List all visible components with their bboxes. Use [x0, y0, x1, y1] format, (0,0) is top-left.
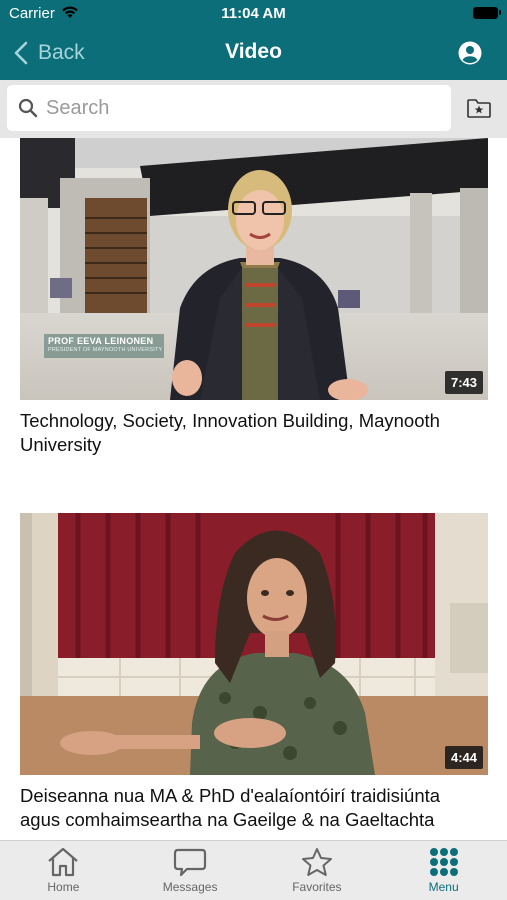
battery-icon [473, 7, 498, 19]
tab-messages[interactable]: Messages [127, 841, 254, 900]
profile-icon[interactable] [458, 41, 482, 65]
navigation-header: Carrier 11:04 AM Back Video [0, 0, 507, 80]
video-thumbnail[interactable]: 4:44 [20, 513, 488, 775]
duration-badge: 4:44 [444, 746, 483, 769]
tab-bar: Home Messages Favorites Menu [0, 840, 507, 900]
back-label: Back [38, 41, 85, 64]
search-box[interactable] [7, 85, 451, 131]
favorites-folder-icon[interactable] [466, 96, 492, 120]
grid-icon [429, 848, 458, 876]
caption-name: PROF EEVA LEINONEN [48, 336, 154, 346]
tab-home[interactable]: Home [0, 841, 127, 900]
back-button[interactable]: Back [14, 38, 85, 68]
battery-tip [499, 10, 501, 15]
tab-label: Home [47, 880, 80, 894]
tab-label: Messages [162, 880, 218, 894]
star-icon [301, 848, 332, 876]
caption-role: PRESIDENT OF MAYNOOTH UNIVERSITY [48, 347, 163, 353]
chat-icon [174, 848, 207, 877]
video-thumbnail[interactable]: PROF EEVA LEINONEN PRESIDENT OF MAYNOOTH… [20, 138, 488, 400]
tab-menu[interactable]: Menu [380, 841, 507, 900]
tab-label: Menu [428, 880, 459, 894]
tab-label: Favorites [292, 880, 342, 894]
chevron-left-icon [14, 41, 28, 65]
search-bar [0, 80, 507, 138]
video-card[interactable]: PROF EEVA LEINONEN PRESIDENT OF MAYNOOTH… [20, 138, 488, 457]
video-card[interactable]: 4:44 Deiseanna nua MA & PhD d'ealaíontói… [20, 513, 488, 832]
video-title[interactable]: Technology, Society, Innovation Building… [20, 409, 484, 457]
home-icon [48, 847, 79, 877]
video-list: PROF EEVA LEINONEN PRESIDENT OF MAYNOOTH… [0, 138, 507, 840]
search-icon [18, 98, 38, 118]
video-title[interactable]: Deiseanna nua MA & PhD d'ealaíontóirí tr… [20, 784, 484, 832]
status-time: 11:04 AM [221, 5, 286, 22]
duration-badge: 7:43 [444, 371, 483, 394]
search-input[interactable] [46, 96, 406, 120]
status-bar: Carrier 11:04 AM [0, 0, 507, 28]
tab-favorites[interactable]: Favorites [254, 841, 381, 900]
